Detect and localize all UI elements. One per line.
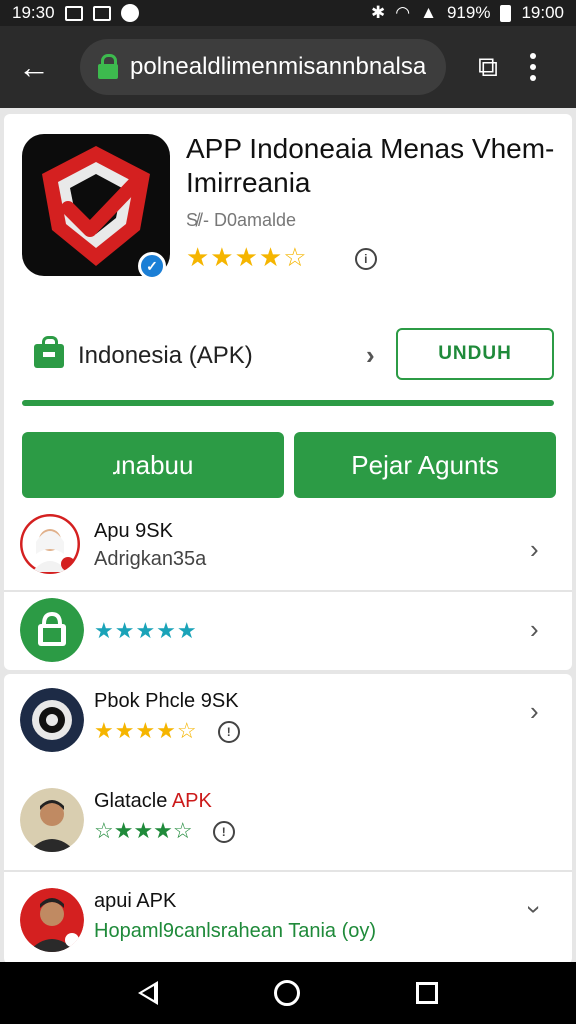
list-item-stars: ★★★★☆ bbox=[94, 718, 198, 743]
rating-stars: ★★★★☆ bbox=[186, 242, 308, 272]
shopping-bag-icon bbox=[34, 336, 64, 368]
battery-icon bbox=[500, 4, 512, 22]
avatar bbox=[20, 888, 84, 952]
status-time-left: 19:30 bbox=[12, 3, 55, 22]
unduh-button[interactable]: UNDUH bbox=[396, 328, 554, 380]
list-item-subtitle: Adrigkan35a bbox=[94, 548, 207, 570]
list-item-subtitle: Hopaml9canlsrahean Tania (oy) bbox=[94, 920, 377, 942]
back-arrow-icon[interactable]: ← bbox=[14, 47, 54, 87]
url-bar[interactable]: polnealdlimenmisannbnalsa bbox=[80, 39, 446, 95]
avatar bbox=[20, 788, 84, 852]
nav-recents-icon[interactable] bbox=[416, 982, 438, 1004]
wifi-icon: ◠ bbox=[395, 3, 411, 22]
info-icon[interactable]: ! bbox=[212, 821, 235, 844]
lock-icon bbox=[98, 54, 118, 80]
share-icon[interactable]: ⧉ bbox=[468, 47, 508, 87]
list-item-title: Apu 9SK bbox=[94, 520, 173, 542]
chevron-right-icon[interactable]: › bbox=[530, 614, 539, 645]
secondary-action-button[interactable]: Pejar Agunts bbox=[294, 432, 556, 498]
list-item[interactable]: Apu 9SK Adrigkan35a › bbox=[4, 510, 572, 586]
avatar bbox=[20, 688, 84, 752]
chevron-right-icon[interactable]: › bbox=[366, 340, 375, 371]
url-text: polnealdlimenmisannbnalsa bbox=[130, 53, 427, 80]
divider bbox=[4, 590, 572, 592]
chevron-right-icon[interactable]: › bbox=[530, 696, 539, 727]
list-item-title: Glatacle APK bbox=[94, 790, 212, 812]
info-icon[interactable]: ! bbox=[217, 721, 240, 744]
app-title: APP Indoneaia Menas Vhem- Imirreania bbox=[186, 133, 555, 198]
related-apps-card: Pbok Phcle 9SK ★★★★☆ ! › Glatacle APK ☆★… bbox=[4, 674, 572, 964]
message-icon bbox=[92, 5, 111, 21]
status-time-right: 19:00 bbox=[521, 3, 564, 22]
bag-avatar-icon bbox=[20, 598, 84, 662]
avatar bbox=[20, 514, 80, 574]
browser-toolbar: ← polnealdlimenmisannbnalsa ⧉ bbox=[0, 26, 576, 108]
list-item[interactable]: ★★★★★ › bbox=[4, 598, 572, 674]
list-item-stars: ☆★★★☆ bbox=[94, 818, 193, 843]
download-variant-label: Indonesia (APK) bbox=[78, 342, 253, 369]
app-notification-icon bbox=[120, 4, 139, 22]
app-developer: S̸/- D0amalde bbox=[186, 210, 297, 230]
list-item[interactable]: Pbok Phcle 9SK ★★★★☆ ! › bbox=[4, 684, 572, 760]
progress-bar bbox=[22, 400, 554, 406]
app-detail-card: ✓ APP Indoneaia Menas Vhem- Imirreania S… bbox=[4, 114, 572, 670]
chevron-down-icon[interactable]: › bbox=[519, 905, 550, 914]
list-item-stars: ★★★★★ bbox=[94, 618, 198, 643]
list-item[interactable]: Glatacle APK ☆★★★☆ ! bbox=[4, 784, 572, 860]
signal-icon: ▲ bbox=[420, 3, 437, 22]
bluetooth-icon: ✱ bbox=[371, 3, 386, 22]
overflow-menu-icon[interactable] bbox=[518, 47, 548, 87]
primary-action-button[interactable]: ɹnabuu bbox=[22, 432, 284, 498]
chevron-right-icon[interactable]: › bbox=[530, 534, 539, 565]
status-bar: 19:30 ✱ ◠ ▲ 919% 19:00 bbox=[0, 0, 576, 26]
nav-home-icon[interactable] bbox=[274, 980, 300, 1006]
battery-percent: 919% bbox=[446, 3, 491, 22]
list-item[interactable]: apui APK Hopaml9canlsrahean Tania (oy) › bbox=[4, 884, 572, 960]
verified-badge-icon: ✓ bbox=[138, 252, 166, 280]
divider bbox=[4, 870, 572, 872]
nav-back-icon[interactable] bbox=[138, 981, 158, 1005]
system-nav-bar bbox=[0, 962, 576, 1024]
app-rating: ★★★★☆ i bbox=[186, 242, 377, 273]
list-item-title: Pbok Phcle 9SK bbox=[94, 690, 239, 712]
list-item-title: apui APK bbox=[94, 890, 177, 912]
gallery-icon bbox=[64, 5, 83, 21]
download-row: Indonesia (APK) › UNDUH bbox=[4, 328, 572, 384]
info-icon[interactable]: i bbox=[354, 248, 377, 271]
